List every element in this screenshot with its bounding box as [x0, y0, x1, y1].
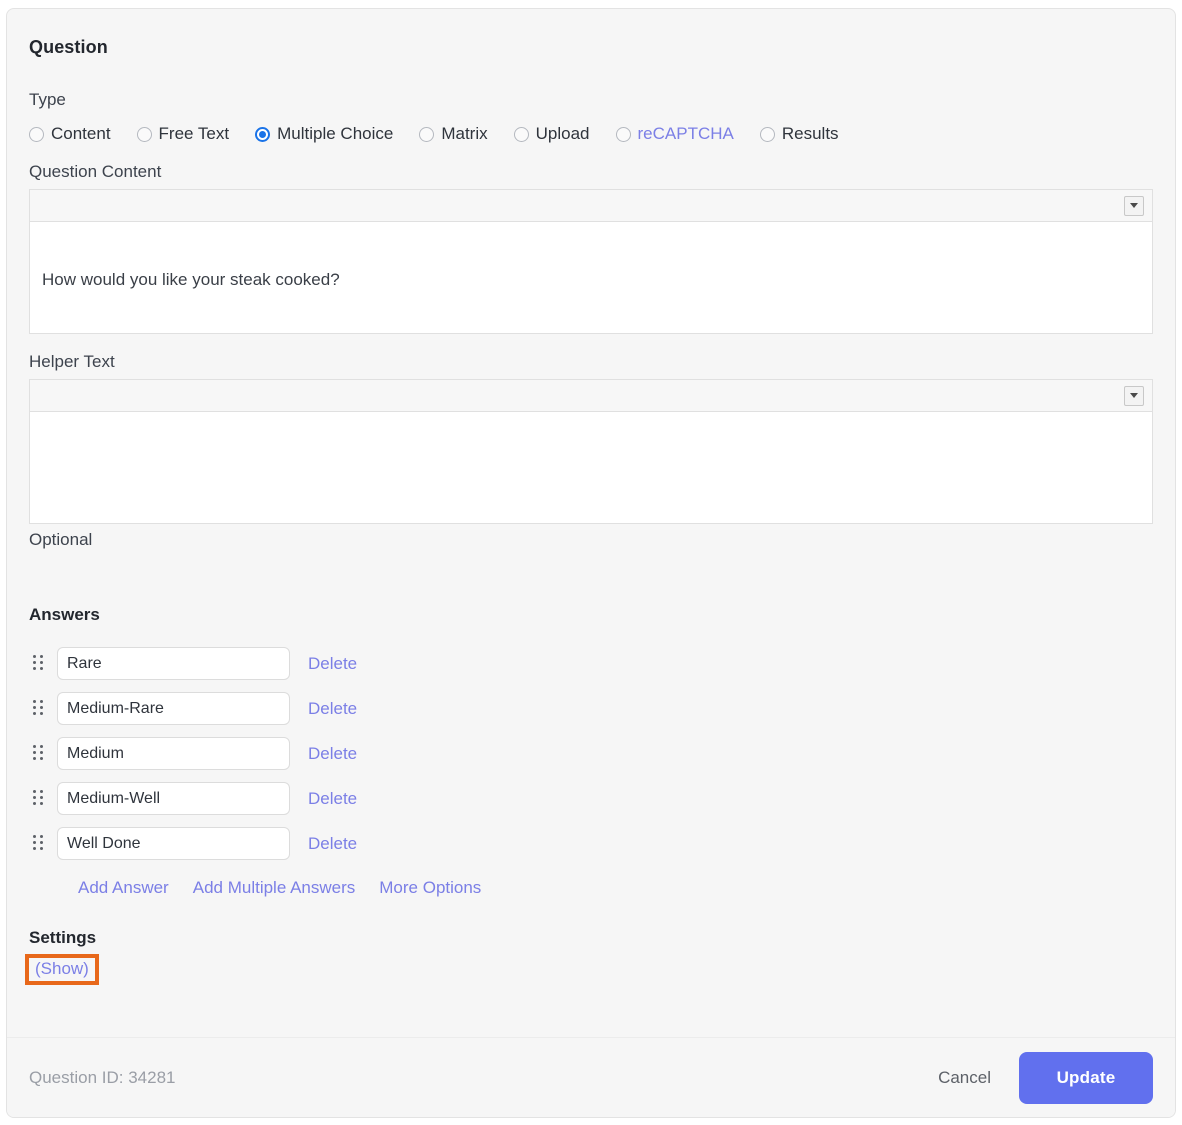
delete-answer-link[interactable]: Delete — [308, 789, 357, 809]
helper-text-editor — [29, 379, 1153, 524]
update-button[interactable]: Update — [1019, 1051, 1153, 1104]
radio-option-multiple-choice[interactable]: Multiple Choice — [255, 124, 393, 144]
delete-answer-link[interactable]: Delete — [308, 744, 357, 764]
drag-handle-icon[interactable] — [33, 744, 47, 763]
question-id-text: Question ID: 34281 — [29, 1067, 176, 1087]
radio-icon — [759, 126, 775, 142]
answer-input[interactable] — [57, 647, 290, 680]
add-answer-link[interactable]: Add Answer — [78, 878, 169, 898]
radio-option-upload[interactable]: Upload — [513, 124, 590, 144]
drag-handle-icon[interactable] — [33, 789, 47, 808]
question-editor-body: Question Type Content Free Text Multiple… — [7, 9, 1175, 985]
cancel-button[interactable]: Cancel — [932, 1067, 997, 1089]
answer-row: Delete — [29, 647, 1153, 680]
radio-label: Matrix — [441, 124, 488, 143]
radio-icon — [419, 126, 435, 142]
answer-row: Delete — [29, 737, 1153, 770]
helper-text-input[interactable] — [29, 411, 1153, 524]
answer-row: Delete — [29, 827, 1153, 860]
delete-answer-link[interactable]: Delete — [308, 654, 357, 674]
type-radio-group: Content Free Text Multiple Choice Matrix… — [29, 124, 1153, 144]
add-multiple-answers-link[interactable]: Add Multiple Answers — [193, 878, 356, 898]
radio-icon-selected — [255, 126, 271, 142]
answer-input[interactable] — [57, 827, 290, 860]
settings-show-highlight: (Show) — [25, 954, 99, 985]
helper-text-label: Helper Text — [29, 352, 115, 371]
answer-input[interactable] — [57, 737, 290, 770]
more-options-link[interactable]: More Options — [379, 878, 481, 898]
settings-heading: Settings — [29, 928, 97, 947]
question-content-editor: How would you like your steak cooked? — [29, 189, 1153, 334]
answer-row: Delete — [29, 782, 1153, 815]
radio-option-matrix[interactable]: Matrix — [419, 124, 488, 144]
radio-label: reCAPTCHA — [637, 124, 734, 143]
question-editor-card: Question Type Content Free Text Multiple… — [6, 8, 1176, 1118]
delete-answer-link[interactable]: Delete — [308, 834, 357, 854]
page-title: Question — [29, 37, 108, 57]
radio-label: Upload — [535, 124, 590, 143]
question-content-label: Question Content — [29, 162, 162, 181]
radio-icon — [136, 126, 152, 142]
chevron-down-icon[interactable] — [1124, 195, 1144, 216]
helper-text-note: Optional — [29, 530, 93, 549]
radio-label: Multiple Choice — [277, 124, 394, 143]
helper-text-toolbar — [29, 379, 1153, 411]
drag-handle-icon[interactable] — [33, 654, 47, 673]
chevron-down-icon[interactable] — [1124, 385, 1144, 406]
answers-list: Delete Delete Delete Delete Delete — [29, 647, 1153, 860]
answer-input[interactable] — [57, 782, 290, 815]
answer-input[interactable] — [57, 692, 290, 725]
answers-heading: Answers — [29, 605, 100, 624]
radio-label: Content — [51, 124, 111, 143]
radio-label: Free Text — [158, 124, 230, 143]
delete-answer-link[interactable]: Delete — [308, 699, 357, 719]
footer-bar: Question ID: 34281 Cancel Update — [7, 1037, 1175, 1117]
drag-handle-icon[interactable] — [33, 834, 47, 853]
radio-label: Results — [781, 124, 839, 143]
answer-actions: Add Answer Add Multiple Answers More Opt… — [78, 878, 1153, 898]
drag-handle-icon[interactable] — [33, 699, 47, 718]
radio-icon — [615, 126, 631, 142]
radio-option-results[interactable]: Results — [759, 124, 839, 144]
radio-icon — [513, 126, 529, 142]
type-label: Type — [29, 90, 66, 109]
question-content-toolbar — [29, 189, 1153, 221]
answer-row: Delete — [29, 692, 1153, 725]
radio-option-content[interactable]: Content — [29, 124, 111, 144]
radio-option-free-text[interactable]: Free Text — [136, 124, 230, 144]
question-content-input[interactable]: How would you like your steak cooked? — [29, 221, 1153, 334]
radio-icon — [29, 126, 44, 142]
radio-option-recaptcha[interactable]: reCAPTCHA — [615, 124, 734, 144]
settings-show-toggle[interactable]: (Show) — [35, 959, 89, 978]
